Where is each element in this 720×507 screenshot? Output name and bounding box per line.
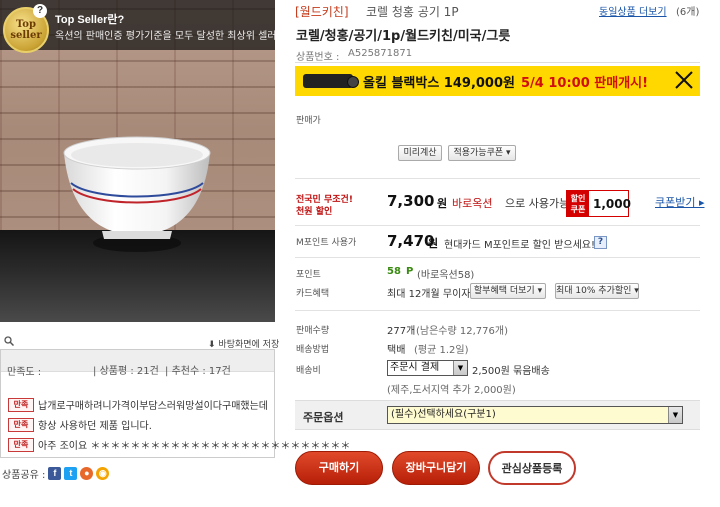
close-icon[interactable] [673, 69, 695, 91]
discount-coupon-tag: 할인 쿠폰 [567, 191, 589, 216]
discount-coupon-amount: 1,000 [593, 197, 631, 211]
points-unit: P [406, 266, 414, 277]
pre-calc-button[interactable]: 미리계산 [398, 145, 442, 161]
shipping-average: (평균 1.2일) [414, 345, 469, 356]
order-option-label: 주문옵션 [303, 411, 344, 424]
yozm-icon[interactable]: ◉ [96, 467, 110, 480]
order-option-select-value: (필수)선택하세요(구분1) [391, 409, 496, 420]
add-to-cart-button[interactable]: 장바구니담기 [392, 451, 480, 485]
mpoint-price-label: M포인트 사용가 [296, 238, 357, 248]
discount-price-unit: 원 [437, 197, 448, 210]
store-link[interactable]: [월드키친] [295, 3, 349, 20]
dashcam-icon [303, 74, 359, 88]
top-seller-title[interactable]: Top Seller란? [55, 11, 124, 27]
facebook-icon[interactable]: f [48, 467, 62, 480]
usable-text: 으로 사용가능 [505, 197, 570, 210]
product-subtitle: 코렐/청홍/공기/1p/월드키친/미국/그릇 [296, 29, 511, 44]
card-benefit-text: 최대 12개월 무이자 [387, 289, 471, 300]
card-benefit-label: 카드혜택 [296, 289, 330, 299]
receive-coupon-link[interactable]: 쿠폰받기 ▸ [655, 194, 705, 210]
points-detail: (바로옥션58) [417, 270, 475, 281]
product-code-label: 상품번호 : [296, 52, 340, 63]
review-item[interactable]: 만족 아주 조이요 ＊＊＊＊＊＊＊＊＊＊＊＊＊＊＊＊＊＊＊＊＊＊＊＊＊＊ [8, 437, 350, 452]
divider [295, 62, 700, 63]
review-item[interactable]: 만족 항상 사용하던 제품 입니다. [8, 417, 152, 432]
bowl-image [63, 136, 211, 252]
shipping-method: 택배 [387, 345, 406, 356]
buy-button[interactable]: 구매하기 [295, 451, 383, 485]
review-text: 아주 조이요 ＊＊＊＊＊＊＊＊＊＊＊＊＊＊＊＊＊＊＊＊＊＊＊＊＊＊ [38, 441, 351, 452]
review-count-label: 상품평 : 21건 [99, 366, 159, 377]
shipping-fee-select[interactable]: 주문시 결제 ▼ [387, 360, 468, 376]
zoom-icon[interactable] [4, 336, 14, 346]
shipping-fee-note: (제주,도서지역 추가 2,000원) [387, 385, 516, 396]
satisfied-badge-icon: 만족 [8, 437, 34, 452]
add-to-wishlist-button[interactable]: 관심상품등록 [488, 451, 576, 485]
chevron-down-icon: ▼ [668, 407, 682, 423]
banner-text: 올킬 블랙박스 149,000원 [363, 76, 515, 91]
points-label: 포인트 [296, 270, 321, 280]
chevron-down-icon: ▼ [453, 361, 467, 375]
divider [295, 310, 700, 311]
product-code: A525871871 [348, 48, 413, 59]
sold-quantity: 277개 [387, 326, 416, 337]
shipping-fee-label: 배송비 [296, 366, 321, 376]
satisfied-badge-icon: 만족 [8, 417, 34, 432]
discount-price: 7,300 [387, 192, 435, 210]
top-seller-description: 옥션의 판매인증 평가기준을 모두 달성한 최상위 셀러 [55, 31, 277, 42]
same-products-count: (6개) [676, 7, 700, 18]
mpoint-price-unit: 원 [428, 237, 439, 250]
review-text: 납개로구매하려니가격이부담스러워망설이다구매했는데 [38, 401, 268, 412]
sold-quantity-label: 판매수량 [296, 326, 330, 336]
applicable-coupon-button[interactable]: 적용가능쿠폰 ▾ [448, 145, 516, 161]
shipping-fee-text: 2,500원 묶음배송 [472, 366, 550, 377]
divider [295, 178, 700, 179]
same-products-link[interactable]: 동일상품 더보기 [599, 3, 667, 18]
points-value: 58 [387, 266, 401, 277]
remaining-quantity: (남은수량 12,776개) [416, 326, 508, 337]
mpoint-text: 현대카드 M포인트로 할인 받으세요! [444, 240, 595, 251]
recommend-count: | 추천수 : 17건 [165, 366, 231, 377]
product-title: 코렐 청홍 공기 1P [366, 5, 459, 19]
twitter-icon[interactable]: t [64, 467, 78, 480]
order-option-select[interactable]: (필수)선택하세요(구분1) ▼ [387, 406, 683, 424]
sale-price-label: 판매가 [296, 116, 321, 126]
promo-banner[interactable]: 올킬 블랙박스 149,000원 5/4 10:00 판매개시! [295, 66, 700, 96]
recommend-count-label: 추천수 : 17건 [171, 366, 231, 377]
review-text: 항상 사용하던 제품 입니다. [38, 421, 152, 432]
shipping-fee-select-value: 주문시 결제 [390, 362, 440, 373]
satisfied-badge-icon: 만족 [8, 397, 34, 412]
banner-date: 5/4 10:00 판매개시! [521, 76, 649, 91]
top-seller-help-icon[interactable]: ? [33, 4, 47, 18]
review-count[interactable]: | 상품평 : 21건 [93, 362, 159, 377]
review-item[interactable]: 만족 납개로구매하려니가격이부담스러워망설이다구매했는데 [8, 397, 268, 412]
divider [295, 257, 700, 258]
satisfaction-label: 만족도 : [7, 367, 42, 378]
share-label: 상품공유 : [2, 470, 46, 481]
help-icon[interactable]: ? [594, 236, 607, 249]
installment-more-button[interactable]: 할부혜택 더보기 ▾ [470, 283, 546, 299]
baro-auction-text: 바로옥션 [452, 197, 493, 210]
nation-discount-label-2: 천원 할인 [296, 207, 333, 217]
share-bar: 상품공유 : f t ● ◉ [2, 466, 110, 481]
divider [295, 225, 700, 226]
shipping-method-label: 배송방법 [296, 345, 330, 355]
me2day-icon[interactable]: ● [80, 467, 94, 480]
extra-discount-button[interactable]: 최대 10% 추가할인 ▾ [555, 283, 639, 299]
